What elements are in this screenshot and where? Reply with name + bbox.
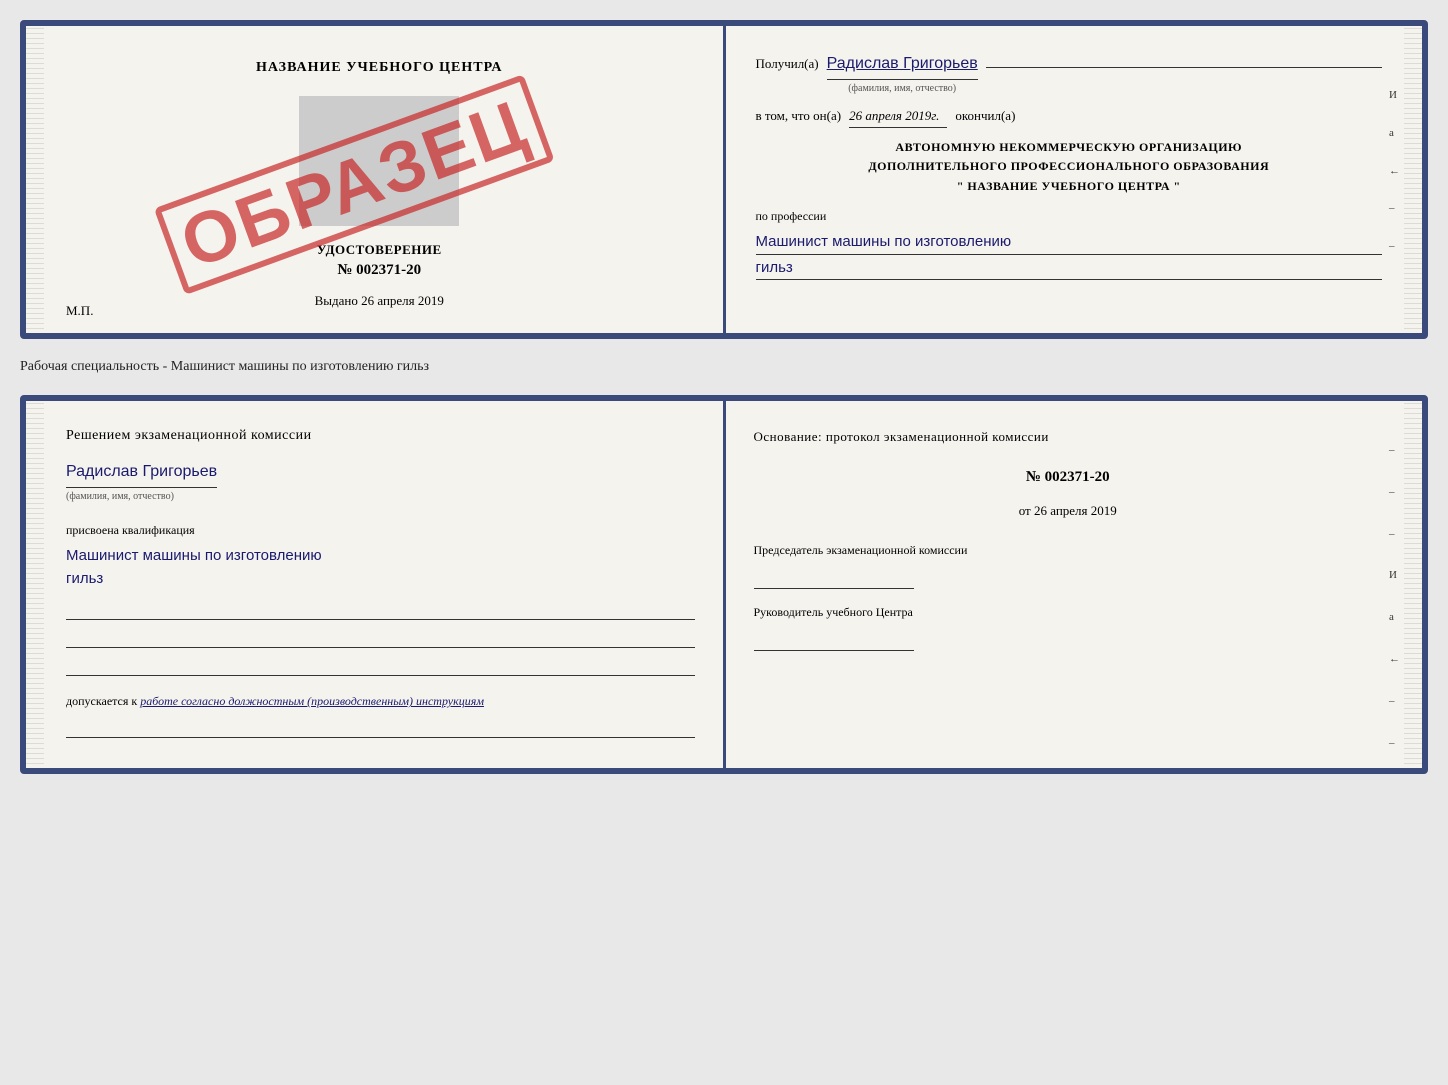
qualification-name2: гильз xyxy=(66,568,695,591)
cert-date-value: 26 апреля 2019 xyxy=(361,293,444,308)
right-side-dashes: – – – И а ← – – – – xyxy=(1389,441,1400,774)
org-block: АВТОНОМНУЮ НЕКОММЕРЧЕСКУЮ ОРГАНИЗАЦИЮ ДО… xyxy=(756,138,1383,196)
допуск-text: допускается к работе согласно должностны… xyxy=(66,692,695,710)
top-doc-center-title: НАЗВАНИЕ УЧЕБНОГО ЦЕНТРА xyxy=(256,60,502,76)
fio-sublabel: (фамилия, имя, отчество) xyxy=(848,80,956,98)
допуск-label: допускается к xyxy=(66,694,137,708)
recipient-name: Радислав Григорьев xyxy=(827,50,978,80)
cert-date-label: Выдано xyxy=(315,293,358,308)
underline-1 xyxy=(66,598,695,620)
date-value: 26 апреля 2019г. xyxy=(849,104,947,128)
dash-after xyxy=(986,67,1382,68)
profession-name: Машинист машины по изготовлению xyxy=(756,231,1383,255)
protocol-date: от 26 апреля 2019 xyxy=(754,499,1383,522)
chairman-sig-line xyxy=(754,567,914,589)
cert-title: УДОСТОВЕРЕНИЕ xyxy=(317,242,442,258)
bottom-doc-left: Решением экзаменационной комиссии Радисл… xyxy=(26,401,726,768)
top-doc-left: НАЗВАНИЕ УЧЕБНОГО ЦЕНТРА УДОСТОВЕРЕНИЕ №… xyxy=(26,26,726,333)
bottom-fio-sublabel: (фамилия, имя, отчество) xyxy=(66,488,174,506)
top-doc-right: Получил(а) Радислав Григорьев (фамилия, … xyxy=(726,26,1423,333)
protocol-date-value: 26 апреля 2019 xyxy=(1034,503,1117,518)
received-label: Получил(а) xyxy=(756,52,819,75)
manager-sig-line xyxy=(754,629,914,651)
cert-date: Выдано 26 апреля 2019 xyxy=(315,293,444,309)
org-line2: ДОПОЛНИТЕЛЬНОГО ПРОФЕССИОНАЛЬНОГО ОБРАЗО… xyxy=(756,157,1383,176)
profession-name2: гильз xyxy=(756,257,1383,281)
date-prefix: от xyxy=(1019,503,1031,518)
underline-2 xyxy=(66,626,695,648)
cert-number: № 002371-20 xyxy=(317,262,442,279)
assigned-label: присвоена квалификация xyxy=(66,520,695,542)
profession-block: по профессии Машинист машины по изготовл… xyxy=(756,206,1383,281)
underline-4 xyxy=(66,716,695,738)
completed-label: окончил(а) xyxy=(955,104,1015,127)
qualification-name: Машинист машины по изготовлению xyxy=(66,545,695,568)
org-line1: АВТОНОМНУЮ НЕКОММЕРЧЕСКУЮ ОРГАНИЗАЦИЮ xyxy=(756,138,1383,157)
bottom-document: Решением экзаменационной комиссии Радисл… xyxy=(20,395,1428,774)
osnov-title: Основание: протокол экзаменационной коми… xyxy=(754,425,1383,448)
org-name: " НАЗВАНИЕ УЧЕБНОГО ЦЕНТРА " xyxy=(756,177,1383,196)
chairman-block: Председатель экзаменационной комиссии xyxy=(754,541,1383,589)
stamp-placeholder xyxy=(299,96,459,226)
chairman-title: Председатель экзаменационной комиссии xyxy=(754,541,1383,559)
top-document: НАЗВАНИЕ УЧЕБНОГО ЦЕНТРА УДОСТОВЕРЕНИЕ №… xyxy=(20,20,1428,339)
manager-title: Руководитель учебного Центра xyxy=(754,603,1383,621)
profession-label: по профессии xyxy=(756,206,1383,228)
mp-label: М.П. xyxy=(66,303,93,319)
underline-3 xyxy=(66,654,695,676)
recipient-line: Получил(а) Радислав Григорьев (фамилия, … xyxy=(756,50,1383,98)
cert-block: УДОСТОВЕРЕНИЕ № 002371-20 xyxy=(317,242,442,279)
decision-title: Решением экзаменационной комиссии xyxy=(66,425,695,446)
between-label: Рабочая специальность - Машинист машины … xyxy=(20,357,1428,377)
допуск-value: работе согласно должностным (производств… xyxy=(140,694,484,708)
person-name-bottom: Радислав Григорьев xyxy=(66,458,217,488)
in-that-label: в том, что он(а) xyxy=(756,104,842,127)
date-line: в том, что он(а) 26 апреля 2019г. окончи… xyxy=(756,104,1383,128)
protocol-number: № 002371-20 xyxy=(754,464,1383,491)
bottom-doc-right: Основание: протокол экзаменационной коми… xyxy=(726,401,1423,768)
manager-block: Руководитель учебного Центра xyxy=(754,603,1383,651)
side-marks-top: И а ← – – xyxy=(1389,86,1400,257)
